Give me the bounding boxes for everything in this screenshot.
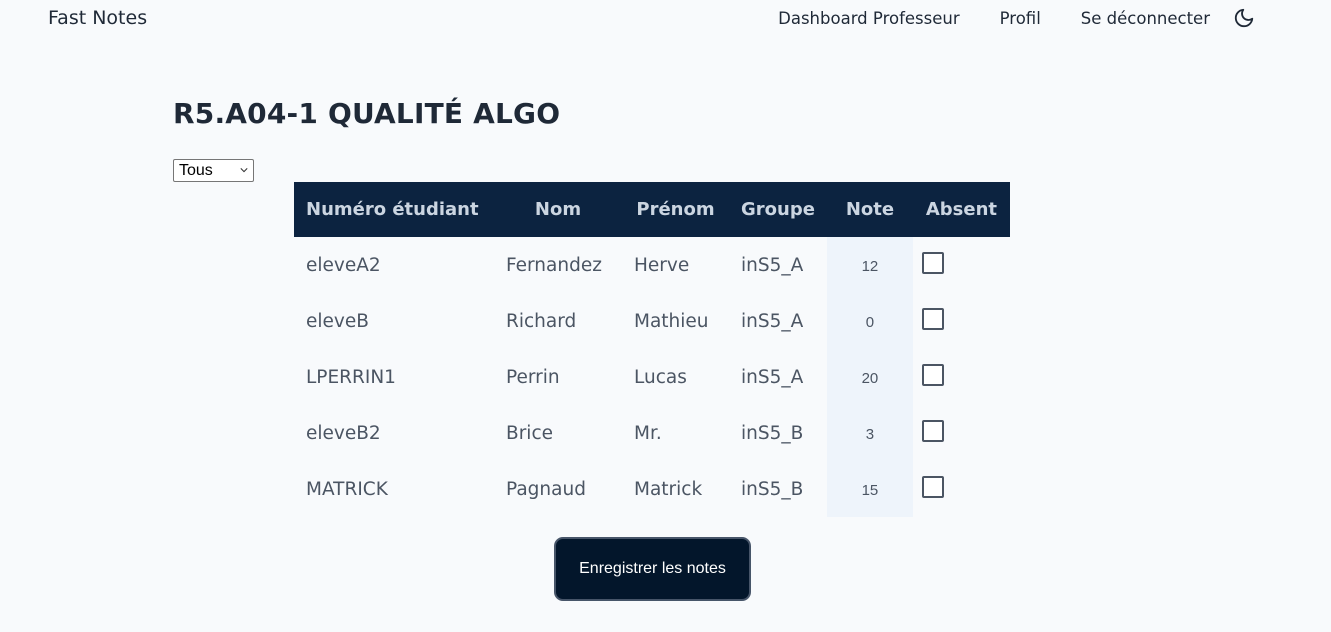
- cell-numero: MATRICK: [306, 478, 388, 500]
- cell-note: [826, 405, 913, 461]
- note-input[interactable]: [826, 481, 913, 499]
- note-input[interactable]: [826, 425, 913, 443]
- cell-nom: Pagnaud: [506, 478, 586, 500]
- cell-prenom: Mathieu: [634, 310, 709, 332]
- group-filter-select[interactable]: Tous: [173, 159, 254, 182]
- cell-nom: Richard: [506, 310, 577, 332]
- nav-links: Dashboard Professeur Profil Se déconnect…: [738, 0, 1256, 36]
- header-prenom: Prénom: [622, 182, 729, 237]
- cell-groupe: inS5_A: [741, 366, 804, 388]
- note-input[interactable]: [826, 369, 913, 387]
- cell-nom: Brice: [506, 422, 553, 444]
- cell-numero: eleveB2: [306, 422, 381, 444]
- cell-groupe: inS5_A: [741, 310, 804, 332]
- nav-link-logout[interactable]: Se déconnecter: [1081, 9, 1210, 28]
- cell-note: [826, 293, 913, 349]
- cell-prenom: Lucas: [634, 366, 687, 388]
- cell-prenom: Matrick: [634, 478, 703, 500]
- save-grades-button[interactable]: Enregistrer les notes: [554, 537, 751, 601]
- nav-link-profil[interactable]: Profil: [1000, 9, 1041, 28]
- table-row: MATRICK Pagnaud Matrick inS5_B: [294, 461, 1010, 517]
- cell-nom: Perrin: [506, 366, 560, 388]
- cell-groupe: inS5_B: [741, 422, 804, 444]
- table-header-row: Numéro étudiant Nom Prénom Groupe Note A…: [294, 182, 1010, 237]
- cell-groupe: inS5_A: [741, 254, 804, 276]
- cell-numero: eleveB: [306, 310, 369, 332]
- cell-groupe: inS5_B: [741, 478, 804, 500]
- header-nom: Nom: [494, 182, 622, 237]
- cell-absent: [913, 405, 1010, 461]
- cell-numero: LPERRIN1: [306, 366, 396, 388]
- table-row: LPERRIN1 Perrin Lucas inS5_A: [294, 349, 1010, 405]
- header-numero: Numéro étudiant: [294, 182, 494, 237]
- note-input[interactable]: [826, 313, 913, 331]
- cell-absent: [913, 237, 1010, 293]
- note-input[interactable]: [826, 257, 913, 275]
- brand-link[interactable]: Fast Notes: [48, 7, 147, 29]
- absent-checkbox[interactable]: [921, 364, 944, 386]
- cell-note: [826, 237, 913, 293]
- absent-checkbox[interactable]: [921, 420, 944, 442]
- cell-absent: [913, 293, 1010, 349]
- grades-table: Numéro étudiant Nom Prénom Groupe Note A…: [294, 182, 1010, 517]
- cell-absent: [913, 461, 1010, 517]
- table-row: eleveA2 Fernandez Herve inS5_A: [294, 237, 1010, 293]
- cell-prenom: Mr.: [634, 422, 662, 444]
- cell-note: [826, 461, 913, 517]
- table-row: eleveB Richard Mathieu inS5_A: [294, 293, 1010, 349]
- cell-nom: Fernandez: [506, 254, 602, 276]
- cell-absent: [913, 349, 1010, 405]
- header-note: Note: [826, 182, 913, 237]
- nav-link-dashboard[interactable]: Dashboard Professeur: [778, 9, 959, 28]
- theme-toggle-button[interactable]: [1232, 6, 1256, 30]
- table-row: eleveB2 Brice Mr. inS5_B: [294, 405, 1010, 461]
- cell-note: [826, 349, 913, 405]
- moon-icon: [1234, 8, 1254, 28]
- header-absent: Absent: [912, 182, 1010, 237]
- navbar: Fast Notes Dashboard Professeur Profil S…: [0, 0, 1331, 38]
- absent-checkbox[interactable]: [921, 476, 944, 498]
- cell-prenom: Herve: [634, 254, 690, 276]
- chevron-down-icon: [240, 168, 248, 173]
- absent-checkbox[interactable]: [921, 308, 944, 330]
- group-filter-value: Tous: [179, 162, 213, 179]
- cell-numero: eleveA2: [306, 254, 381, 276]
- header-groupe: Groupe: [729, 182, 827, 237]
- absent-checkbox[interactable]: [921, 252, 944, 274]
- page-title: R5.A04-1 QUALITÉ ALGO: [173, 97, 561, 130]
